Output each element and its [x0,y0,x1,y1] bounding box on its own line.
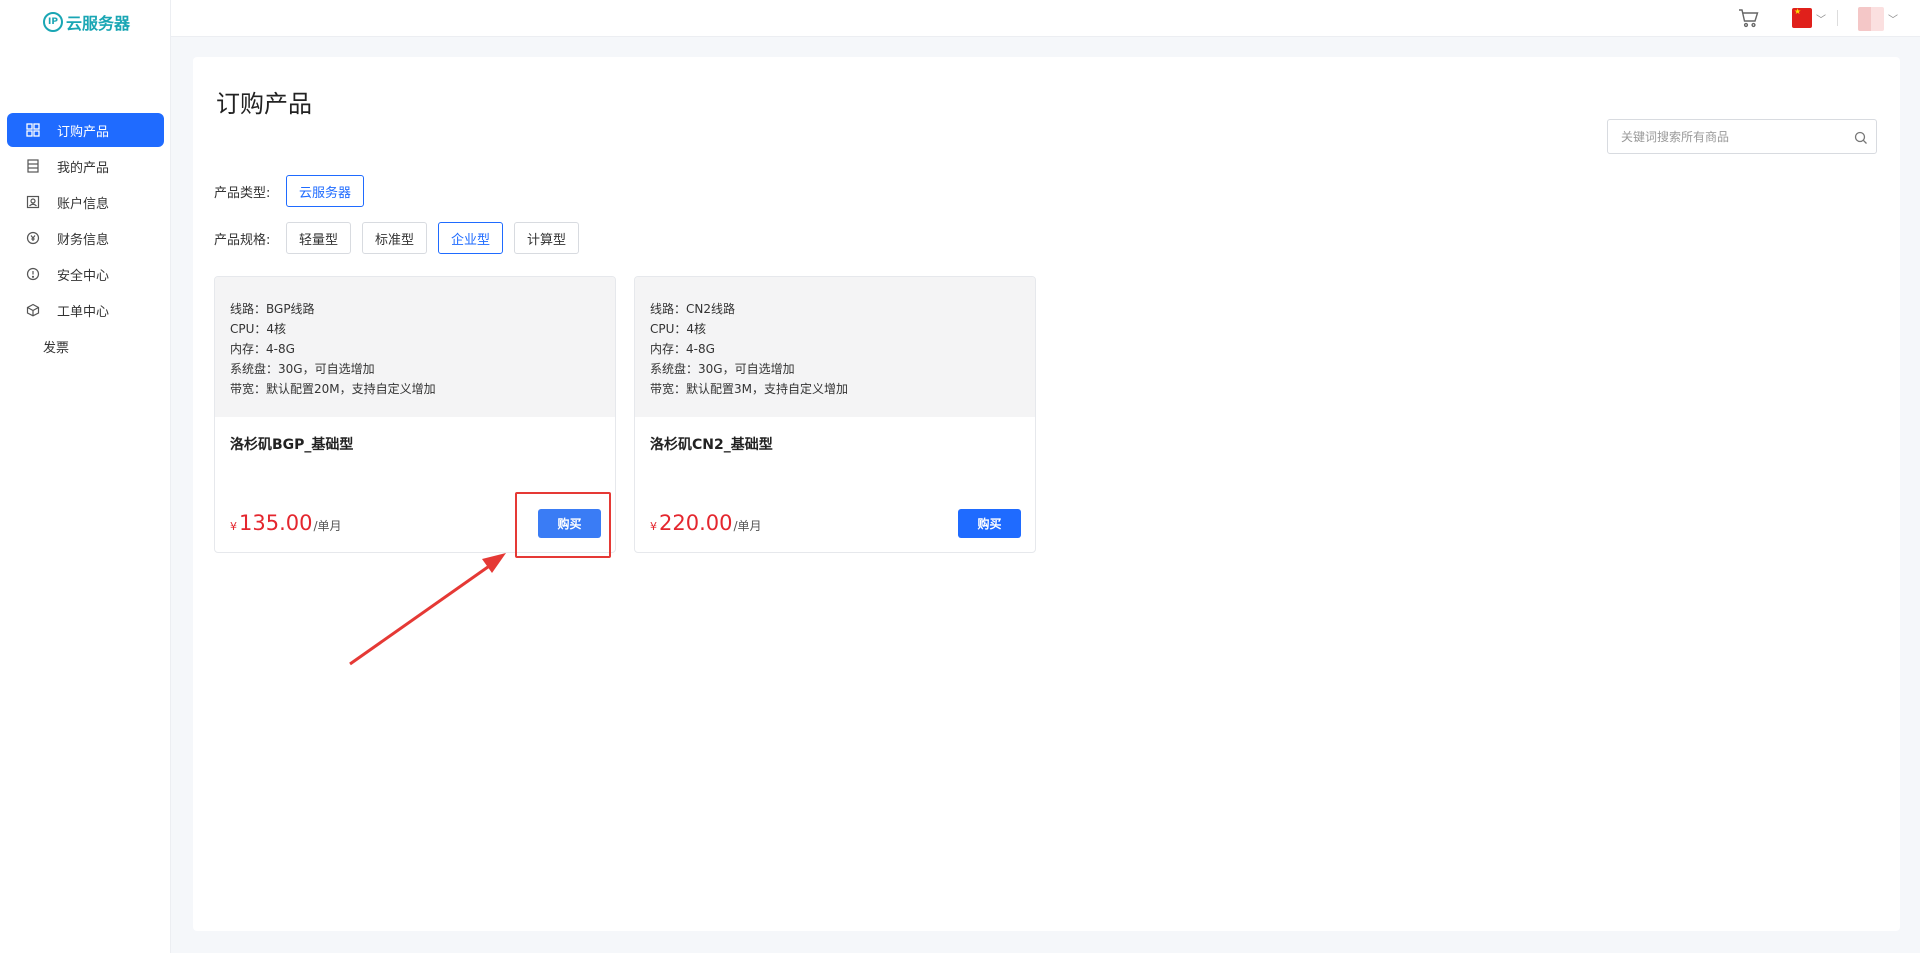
sidebar-item-my-products[interactable]: 我的产品 [7,149,164,183]
sidebar-item-ticket-center[interactable]: 工单中心 [7,293,164,327]
grid-icon [25,122,41,138]
product-price: ¥ 135.00 /单月 [230,511,342,535]
spec-line: 系统盘：30G，可自选增加 [230,362,375,376]
sidebar-item-label: 账户信息 [57,196,110,212]
filter-label: 产品规格: [214,232,271,248]
product-price: ¥ 220.00 /单月 [650,511,762,535]
spec-line: CPU：4核 [230,322,287,336]
yuan-circle-icon [25,230,41,246]
filter-label: 产品类型: [214,185,271,201]
spec-line: CPU：4核 [650,322,707,336]
buy-button[interactable]: 购买 [958,509,1021,538]
product-name: 洛杉矶BGP_基础型 [230,437,354,453]
sidebar-item-label: 安全中心 [57,268,110,284]
price-amount: 220.00 [659,511,733,535]
spec-option-enterprise[interactable]: 企业型 [438,222,504,254]
sidebar-item-label: 订购产品 [57,124,110,140]
sidebar-item-invoice[interactable]: 发票 [7,329,164,363]
alert-circle-icon [25,266,41,282]
product-type-filter: 产品类型: 云服务器 [214,175,375,207]
spec-line: 系统盘：30G，可自选增加 [650,362,795,376]
spec-line: 内存：4-8G [650,342,715,356]
china-flag-icon[interactable] [1792,7,1812,28]
price-unit: /单月 [733,519,762,533]
divider [1837,10,1838,26]
search-icon[interactable] [1854,130,1868,144]
sidebar-nav: 订购产品 我的产品 账户信息 财务信息 安全中心 工单中心 发票 [7,113,164,365]
spec-option-light[interactable]: 轻量型 [286,222,352,254]
cart-icon[interactable] [1738,8,1760,28]
page-title: 订购产品 [216,90,312,118]
main-panel: 订购产品 产品类型: 云服务器 产品规格: 轻量型 标准型 企业型 计算型 线路… [193,57,1900,931]
logo-text: 云服务器 [66,14,131,33]
sidebar-item-order-products[interactable]: 订购产品 [7,113,164,147]
chevron-down-icon[interactable]: ﹀ [1888,11,1898,26]
sidebar-item-label: 我的产品 [57,160,110,176]
sidebar-item-label: 财务信息 [57,232,110,248]
spec-line: 带宽：默认配置20M，支持自定义增加 [230,382,436,396]
annotation-highlight-box [515,492,611,558]
sidebar-item-account-info[interactable]: 账户信息 [7,185,164,219]
price-unit: /单月 [313,519,342,533]
cube-icon [25,302,41,318]
product-spec-filter: 产品规格: 轻量型 标准型 企业型 计算型 [214,222,590,254]
product-specs: 线路：CN2线路 CPU：4核 内存：4-8G 系统盘：30G，可自选增加 带宽… [635,277,1035,417]
logo[interactable]: IP 云服务器 [43,10,130,34]
price-currency: ¥ [650,520,657,533]
sidebar: IP 云服务器 订购产品 我的产品 账户信息 财务信息 安全中心 工单中心 发票 [0,0,171,953]
spec-option-standard[interactable]: 标准型 [362,222,428,254]
logo-badge: IP [43,12,63,32]
chevron-down-icon[interactable]: ﹀ [1816,11,1826,26]
spec-line: 内存：4-8G [230,342,295,356]
product-name: 洛杉矶CN2_基础型 [650,437,773,453]
price-currency: ¥ [230,520,237,533]
sidebar-item-security-center[interactable]: 安全中心 [7,257,164,291]
product-card: 线路：CN2线路 CPU：4核 内存：4-8G 系统盘：30G，可自选增加 带宽… [634,276,1036,553]
price-amount: 135.00 [239,511,313,535]
spec-option-compute[interactable]: 计算型 [514,222,580,254]
spec-line: 线路：BGP线路 [230,302,315,316]
spec-line: 线路：CN2线路 [650,302,735,316]
product-specs: 线路：BGP线路 CPU：4核 内存：4-8G 系统盘：30G，可自选增加 带宽… [215,277,615,417]
id-card-icon [25,194,41,210]
search-input[interactable] [1607,119,1877,154]
sidebar-item-label: 工单中心 [57,304,110,320]
topbar: ﹀ ﹀ [171,0,1920,37]
type-option-cloud-server[interactable]: 云服务器 [286,175,365,207]
spec-line: 带宽：默认配置3M，支持自定义增加 [650,382,848,396]
avatar[interactable] [1858,7,1884,31]
server-icon [25,158,41,174]
sidebar-item-label: 发票 [43,340,70,356]
sidebar-item-finance-info[interactable]: 财务信息 [7,221,164,255]
